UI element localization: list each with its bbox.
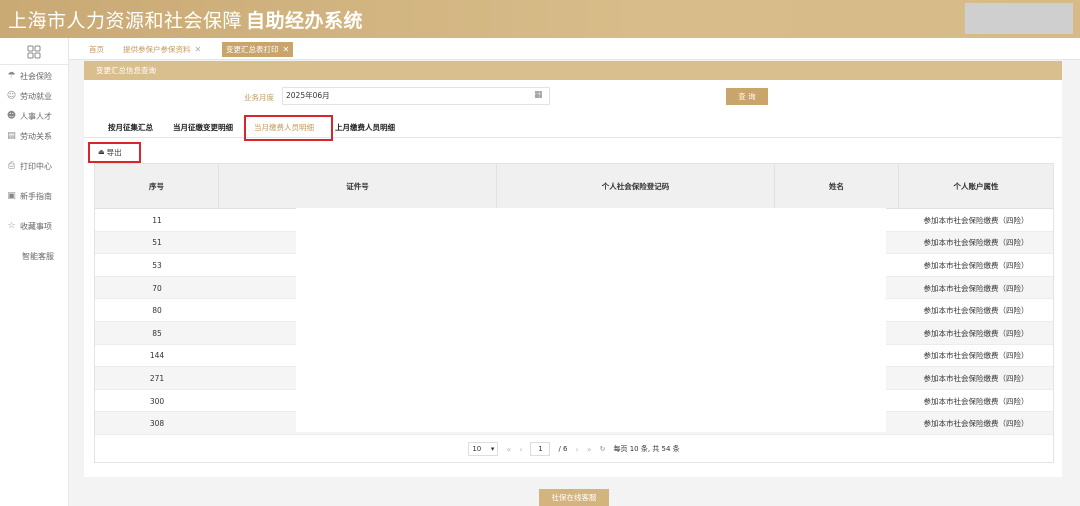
sidebar-divider bbox=[0, 64, 69, 65]
umbrella-icon: ☂ bbox=[7, 71, 16, 81]
sidebar-item-labor-relations[interactable]: ▤ 劳动关系 bbox=[6, 128, 52, 144]
sidebar-item-employment[interactable]: ☺ 劳动就业 bbox=[6, 88, 52, 104]
tab-change-summary-print[interactable]: 变更汇总表打印 ✕ bbox=[222, 42, 294, 57]
printer-icon: ⎙ bbox=[7, 161, 16, 171]
cell-serial-no: 308 bbox=[149, 419, 165, 429]
sidebar: ☂ 社会保险 ☺ 劳动就业 ☻ 人事人才 ▤ 劳动关系 ⎙ 打印中心 ▣ 新手指… bbox=[0, 38, 69, 506]
month-label: 业务月度 bbox=[244, 93, 274, 102]
cell-serial-no: 85 bbox=[152, 328, 162, 338]
highlight-box bbox=[88, 142, 141, 163]
redaction-mask bbox=[296, 208, 886, 432]
tab-insured-info[interactable]: 提供参保户参保资料 ✕ bbox=[119, 42, 205, 57]
refresh-icon[interactable]: ↻ bbox=[600, 445, 606, 453]
cell-account-attribute: 参加本市社会保险缴费（四险） bbox=[923, 419, 1029, 429]
close-icon[interactable]: ✕ bbox=[195, 45, 202, 54]
last-page-icon[interactable]: » bbox=[587, 445, 592, 454]
cell-account-attribute: 参加本市社会保险缴费（四险） bbox=[923, 328, 1029, 338]
app-title: 上海市人力资源和社会保障 自助经办系统 bbox=[8, 10, 364, 32]
star-icon: ☆ bbox=[7, 221, 16, 231]
cell-account-attribute: 参加本市社会保险缴费（四险） bbox=[923, 283, 1029, 293]
cell-account-attribute: 参加本市社会保险缴费（四险） bbox=[923, 373, 1029, 383]
cell-serial-no: 70 bbox=[152, 283, 162, 293]
cell-serial-no: 80 bbox=[152, 306, 162, 316]
main-panel: 变更汇总信息查询 业务月度 2025年06月 ▦ 查 询 按月征集汇总 当月征缴… bbox=[84, 61, 1062, 477]
column-header[interactable]: 证件号 bbox=[219, 164, 497, 209]
sidebar-item-talent[interactable]: ☻ 人事人才 bbox=[6, 108, 52, 124]
guide-icon: ▣ bbox=[7, 191, 16, 201]
prev-page-icon[interactable]: ‹ bbox=[519, 445, 522, 454]
sidebar-item-favorites[interactable]: ☆ 收藏事项 bbox=[6, 218, 52, 234]
page-tabs: 首页 提供参保户参保资料 ✕ 变更汇总表打印 ✕ bbox=[69, 38, 1080, 60]
subtab-monthly-summary[interactable]: 按月征集汇总 bbox=[108, 122, 153, 133]
cell-account-attribute: 参加本市社会保险缴费（四险） bbox=[923, 238, 1029, 248]
sidebar-item-social-insurance[interactable]: ☂ 社会保险 bbox=[6, 68, 52, 84]
cell-serial-no: 271 bbox=[149, 373, 165, 383]
calendar-icon[interactable]: ▦ bbox=[534, 90, 544, 100]
total-pages: / 6 bbox=[558, 445, 568, 453]
highlight-box bbox=[244, 115, 333, 141]
people-icon: ☻ bbox=[6, 111, 17, 121]
cell-account-attribute: 参加本市社会保险缴费（四险） bbox=[923, 260, 1029, 270]
cell-serial-no: 51 bbox=[152, 238, 162, 248]
sidebar-item-smart-service[interactable]: 智能客服 bbox=[22, 248, 54, 264]
page-size-select[interactable]: 10 ▾ bbox=[468, 442, 499, 456]
table-header: 序号 证件号 个人社会保险登记码 姓名 个人账户属性 bbox=[95, 164, 1053, 209]
subtab-last-month-payers[interactable]: 上月缴费人员明细 bbox=[335, 122, 395, 133]
cell-serial-no: 144 bbox=[149, 351, 165, 361]
subtab-divider bbox=[84, 137, 1062, 138]
subtab-monthly-change-detail[interactable]: 当月征缴变更明细 bbox=[173, 122, 233, 133]
app-header: 上海市人力资源和社会保障 自助经办系统 bbox=[0, 0, 1080, 38]
sidebar-item-guide[interactable]: ▣ 新手指南 bbox=[6, 188, 52, 204]
document-icon: ▤ bbox=[7, 131, 16, 141]
page-number-input[interactable]: 1 bbox=[530, 442, 551, 456]
cell-serial-no: 11 bbox=[152, 215, 162, 225]
next-page-icon[interactable]: › bbox=[576, 445, 579, 454]
query-button[interactable]: 查 询 bbox=[726, 88, 768, 105]
cell-serial-no: 53 bbox=[152, 260, 162, 270]
column-header[interactable]: 个人账户属性 bbox=[899, 164, 1053, 209]
online-service-button[interactable]: 社保在线客服 bbox=[539, 489, 609, 506]
column-header[interactable]: 序号 bbox=[95, 164, 219, 209]
pagination: 10 ▾ « ‹ 1 / 6 › » ↻ 每页 10 条, 共 54 条 bbox=[95, 435, 1053, 463]
grid-menu-icon[interactable] bbox=[27, 45, 41, 59]
cell-serial-no: 300 bbox=[149, 396, 165, 406]
column-header[interactable]: 姓名 bbox=[775, 164, 899, 209]
sidebar-item-print-center[interactable]: ⎙ 打印中心 bbox=[6, 158, 52, 174]
cell-account-attribute: 参加本市社会保险缴费（四险） bbox=[923, 306, 1029, 316]
pager-summary: 每页 10 条, 共 54 条 bbox=[613, 445, 680, 453]
cell-account-attribute: 参加本市社会保险缴费（四险） bbox=[923, 215, 1029, 225]
user-info-box[interactable] bbox=[965, 3, 1073, 34]
month-field[interactable]: 2025年06月 bbox=[282, 87, 550, 105]
cell-account-attribute: 参加本市社会保险缴费（四险） bbox=[923, 351, 1029, 361]
tab-home[interactable]: 首页 bbox=[85, 42, 108, 57]
close-icon[interactable]: ✕ bbox=[283, 45, 290, 54]
first-page-icon[interactable]: « bbox=[506, 445, 511, 454]
column-header[interactable]: 个人社会保险登记码 bbox=[497, 164, 775, 209]
person-icon: ☺ bbox=[6, 91, 17, 101]
cell-account-attribute: 参加本市社会保险缴费（四险） bbox=[923, 396, 1029, 406]
section-title: 变更汇总信息查询 bbox=[84, 61, 1062, 80]
chevron-down-icon: ▾ bbox=[490, 445, 495, 453]
